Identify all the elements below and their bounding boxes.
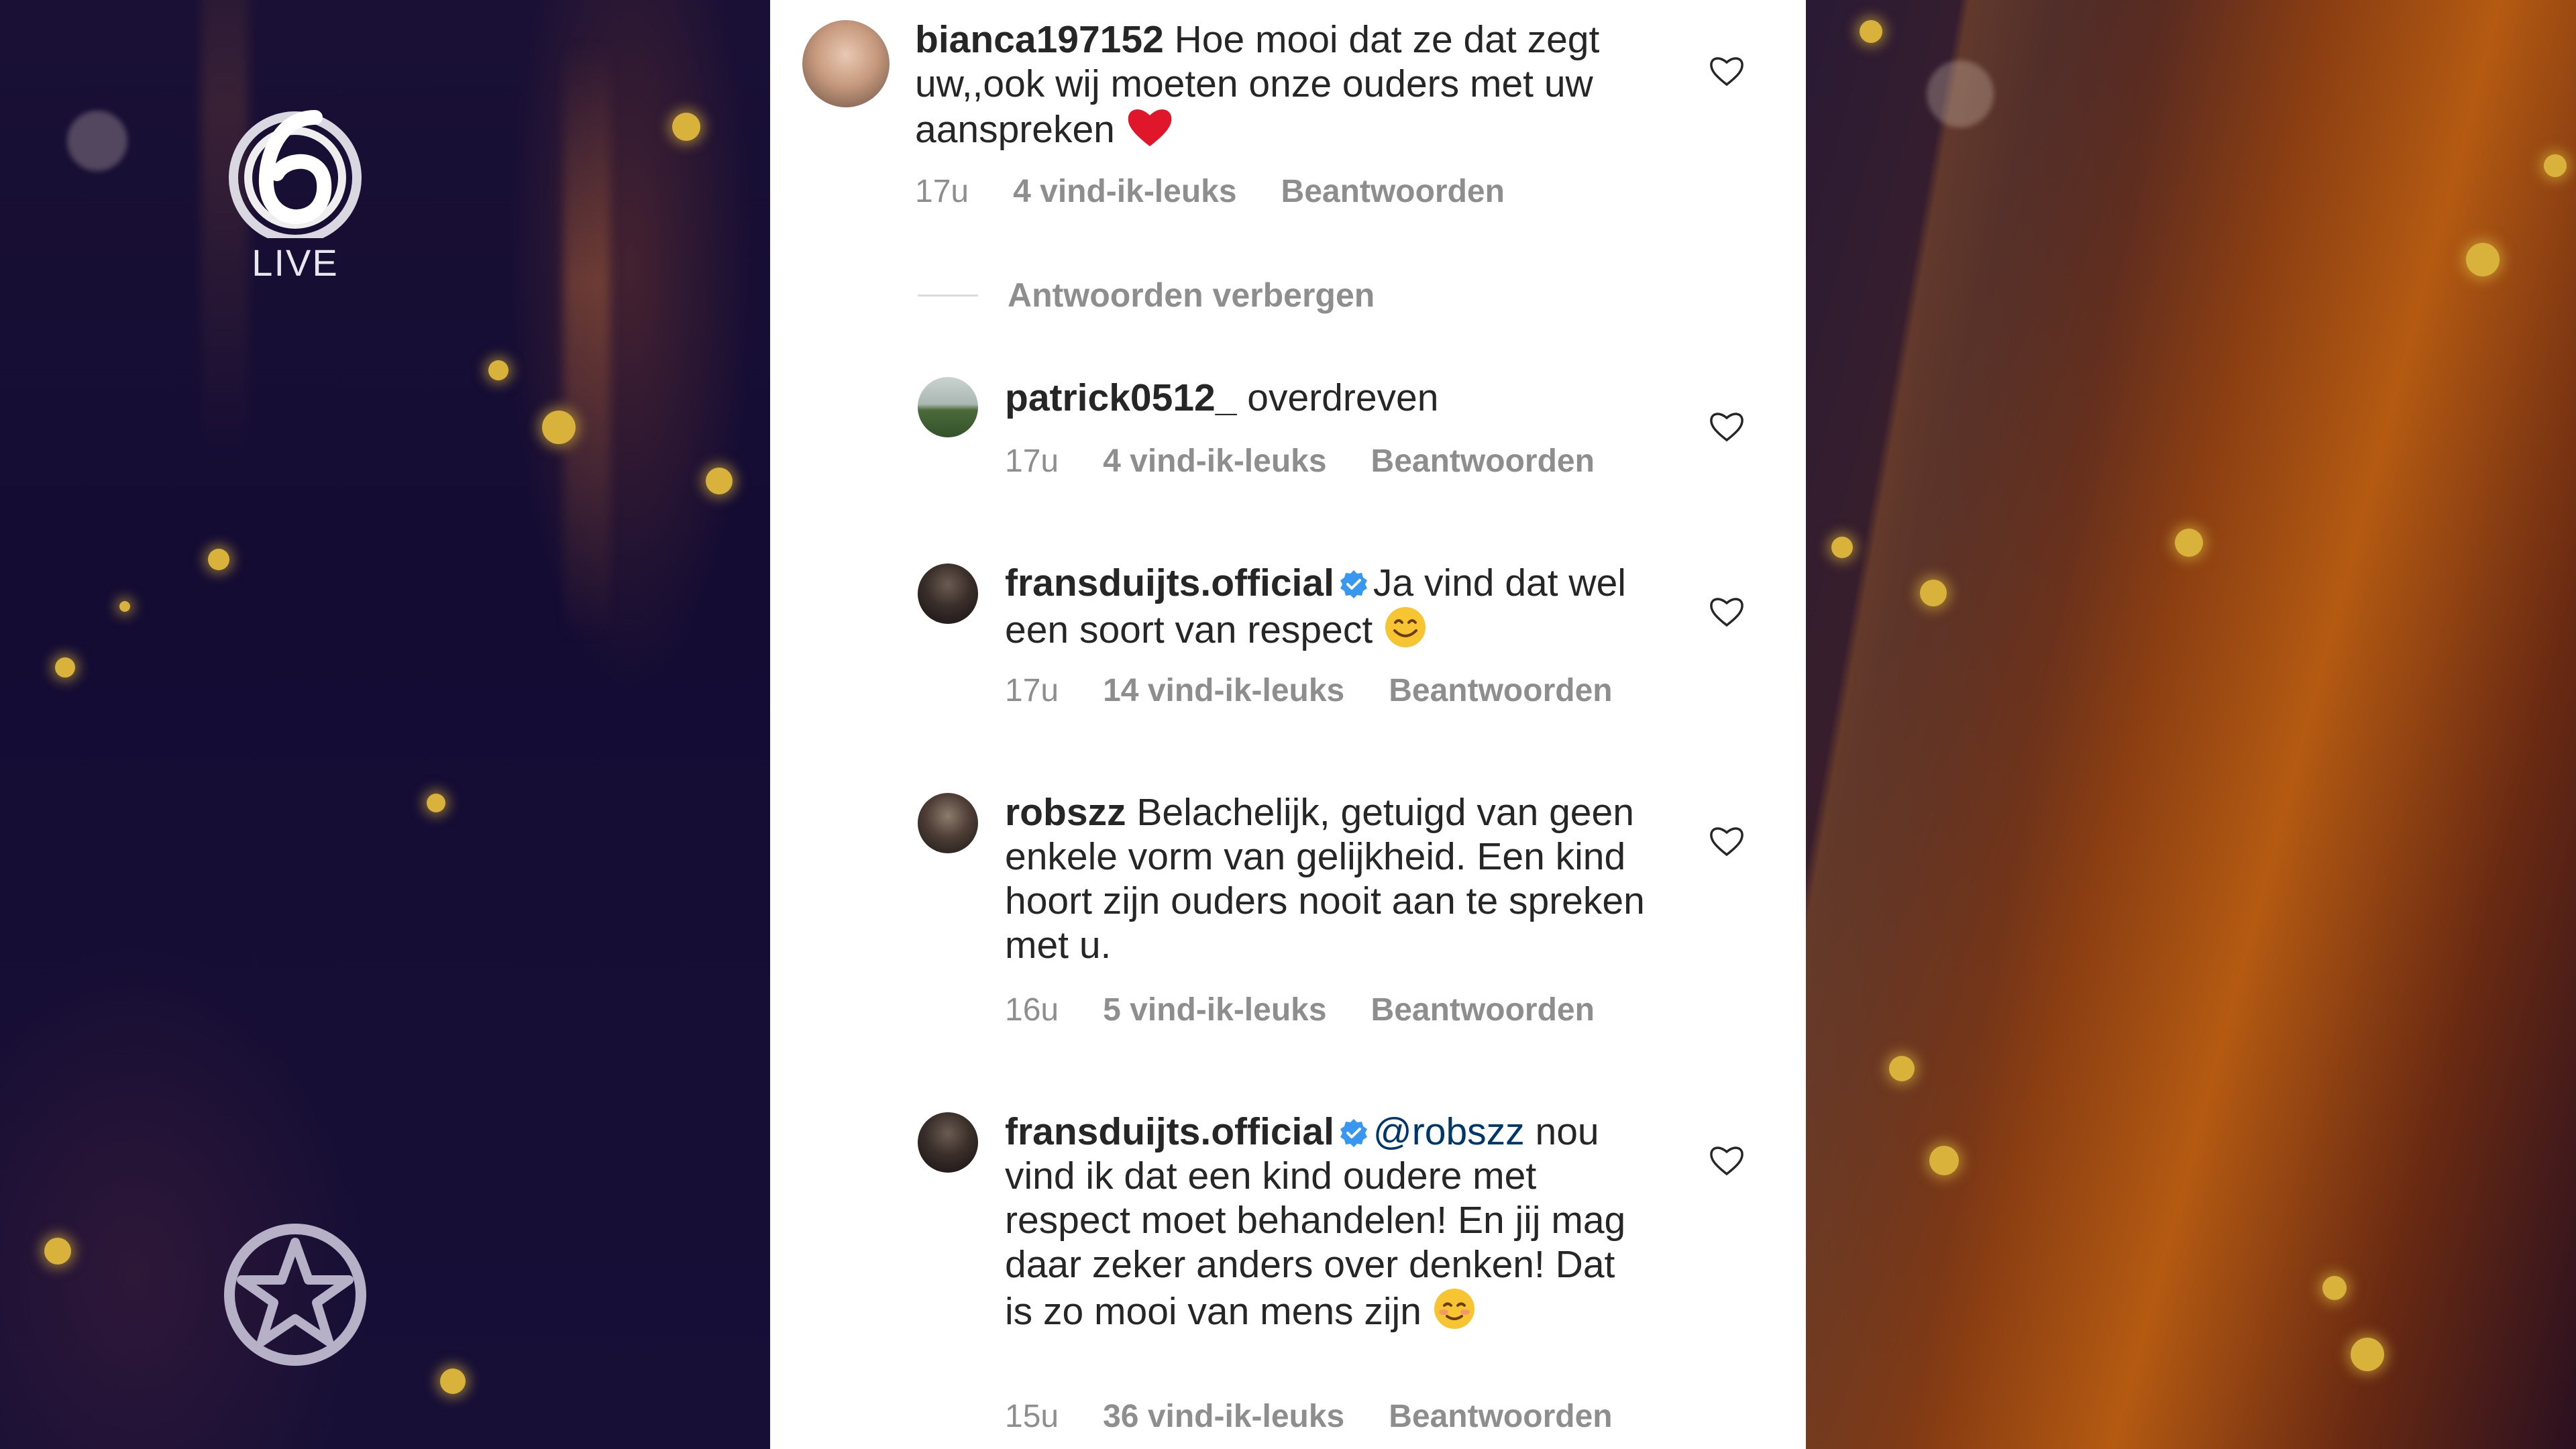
- like-count[interactable]: 5 vind-ik-leuks: [1103, 992, 1326, 1028]
- reply-button[interactable]: Beantwoorden: [1371, 443, 1595, 479]
- comment-username[interactable]: fransduijts.official: [1005, 561, 1334, 604]
- star-emblem-icon: [221, 1221, 369, 1372]
- comment-username[interactable]: bianca197152: [915, 18, 1164, 61]
- like-count[interactable]: 4 vind-ik-leuks: [1103, 443, 1326, 479]
- reply-button[interactable]: Beantwoorden: [1389, 673, 1612, 708]
- avatar[interactable]: [918, 1112, 978, 1173]
- reply-button[interactable]: Beantwoorden: [1371, 992, 1595, 1028]
- comment-text: robszz Belachelijk, getuigd van geen enk…: [1005, 790, 1676, 967]
- comment-meta: 16u 5 vind-ik-leuks Beantwoorden: [1005, 991, 1639, 1028]
- comment-time: 16u: [1005, 992, 1059, 1028]
- sbs6-live-logo: LIVE: [221, 104, 369, 284]
- comment-meta: 15u 36 vind-ik-leuks Beantwoorden: [1005, 1398, 1657, 1435]
- comment-time: 15u: [1005, 1399, 1059, 1434]
- like-count[interactable]: 36 vind-ik-leuks: [1103, 1399, 1344, 1434]
- comment-text: patrick0512_ overdreven: [1005, 376, 1649, 420]
- like-heart-icon[interactable]: [1708, 822, 1746, 860]
- like-heart-icon[interactable]: [1708, 593, 1746, 631]
- verified-badge-icon: [1340, 1119, 1367, 1147]
- avatar[interactable]: [918, 377, 978, 437]
- comment-time: 17u: [915, 174, 969, 209]
- hide-replies-label: Antwoorden verbergen: [1008, 276, 1375, 314]
- broadcast-background-left: [0, 0, 770, 1449]
- like-count[interactable]: 14 vind-ik-leuks: [1103, 673, 1344, 708]
- comment-username[interactable]: fransduijts.official: [1005, 1110, 1334, 1153]
- like-heart-icon[interactable]: [1708, 1142, 1746, 1179]
- comment-text: fransduijts.official Ja vind dat wel een…: [1005, 561, 1649, 652]
- mention-link[interactable]: @robszz: [1373, 1110, 1525, 1153]
- comment-time: 17u: [1005, 443, 1059, 479]
- like-heart-icon[interactable]: [1708, 408, 1746, 445]
- avatar[interactable]: [918, 793, 978, 853]
- avatar[interactable]: [802, 20, 890, 107]
- comment-username[interactable]: robszz: [1005, 791, 1126, 834]
- comments-panel[interactable]: bianca197152 Hoe mooi dat ze dat zegt uw…: [770, 0, 1806, 1449]
- stage-light: [1806, 0, 2576, 1449]
- like-heart-icon[interactable]: [1708, 52, 1746, 90]
- comment-username[interactable]: patrick0512_: [1005, 376, 1236, 419]
- comment-meta: 17u 14 vind-ik-leuks Beantwoorden: [1005, 672, 1657, 709]
- red-heart-emoji-icon: [1128, 109, 1172, 146]
- comment-meta: 17u 4 vind-ik-leuks Beantwoorden: [1005, 443, 1639, 480]
- comment-text: bianca197152 Hoe mooi dat ze dat zegt uw…: [915, 17, 1640, 152]
- comment-time: 17u: [1005, 673, 1059, 708]
- avatar[interactable]: [918, 564, 978, 624]
- sbs6-logo-icon: [229, 110, 362, 238]
- smiling-face-emoji-icon: [1385, 607, 1426, 647]
- comment-meta: 17u 4 vind-ik-leuks Beantwoorden: [915, 173, 1549, 210]
- comment-body: overdreven: [1247, 376, 1439, 419]
- blushing-face-emoji-icon: [1434, 1289, 1474, 1329]
- hide-replies-button[interactable]: Antwoorden verbergen: [918, 275, 1375, 315]
- like-count[interactable]: 4 vind-ik-leuks: [1013, 174, 1236, 209]
- live-label: LIVE: [252, 241, 339, 284]
- divider: [918, 294, 978, 297]
- verified-badge-icon: [1340, 570, 1367, 598]
- reply-button[interactable]: Beantwoorden: [1281, 174, 1505, 209]
- reply-button[interactable]: Beantwoorden: [1389, 1399, 1612, 1434]
- comment-text: fransduijts.official @robszz nou vind ik…: [1005, 1110, 1649, 1334]
